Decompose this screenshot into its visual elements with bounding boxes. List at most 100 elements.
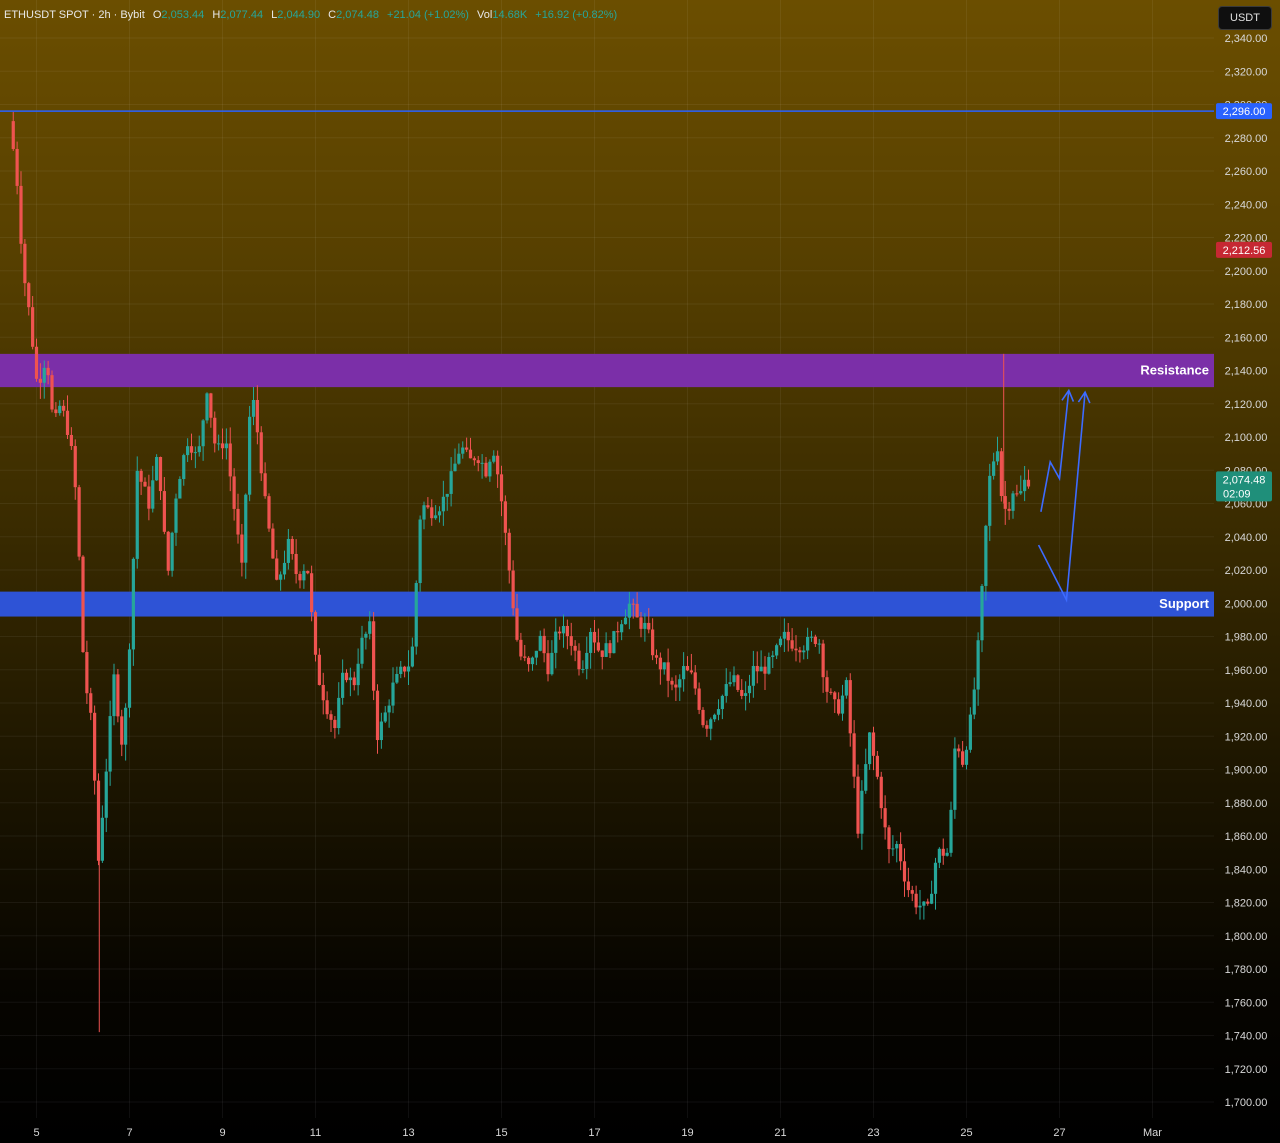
symbol-label[interactable]: ETHUSDT SPOT · 2h · Bybit bbox=[4, 9, 145, 21]
candle-body bbox=[771, 655, 775, 657]
price-tick-label: 2,100.00 bbox=[1225, 432, 1268, 444]
candle-body bbox=[116, 674, 120, 717]
candle-body bbox=[802, 650, 806, 653]
candle-body bbox=[275, 558, 279, 580]
candle-body bbox=[643, 622, 647, 629]
candle-body bbox=[937, 848, 941, 863]
time-tick-label: 15 bbox=[495, 1127, 507, 1139]
zone-resistance bbox=[0, 353, 1214, 388]
candle-body bbox=[689, 670, 693, 673]
price-tick-label: 1,880.00 bbox=[1225, 798, 1268, 810]
candle-body bbox=[189, 446, 194, 453]
candle-body bbox=[395, 674, 399, 683]
candle-body bbox=[23, 243, 27, 284]
candle-body bbox=[228, 443, 232, 477]
candle-body bbox=[472, 458, 476, 461]
candle-body bbox=[833, 692, 837, 700]
candle-body bbox=[558, 631, 562, 634]
candle-body bbox=[809, 636, 814, 638]
candle-body bbox=[976, 640, 980, 690]
candle-body bbox=[685, 666, 690, 671]
candle-body bbox=[693, 672, 697, 689]
candle-body bbox=[77, 487, 81, 557]
candle-body bbox=[759, 666, 763, 672]
candle-body bbox=[608, 643, 612, 654]
projection-arrow-2[interactable] bbox=[1037, 392, 1086, 603]
candle-body bbox=[713, 714, 717, 720]
zone-label-resistance: Resistance bbox=[1140, 363, 1209, 378]
candle-body bbox=[410, 646, 414, 667]
candle-body bbox=[42, 367, 46, 383]
projection-arrow-1[interactable] bbox=[1040, 390, 1070, 512]
candle-body bbox=[34, 346, 39, 379]
candle-body bbox=[127, 649, 132, 708]
candle-body bbox=[550, 652, 554, 675]
candle-body bbox=[100, 817, 104, 861]
candle-body bbox=[58, 405, 62, 414]
price-tick-label: 1,820.00 bbox=[1225, 898, 1268, 910]
candle-body bbox=[941, 848, 945, 856]
candle-body bbox=[302, 570, 306, 581]
time-tick-label: 27 bbox=[1053, 1127, 1065, 1139]
price-tick-label: 2,240.00 bbox=[1225, 199, 1268, 211]
candle-body bbox=[476, 460, 480, 464]
candle-body bbox=[751, 665, 755, 686]
candle-body bbox=[445, 493, 449, 497]
candle-body bbox=[422, 505, 426, 520]
candle-body bbox=[461, 447, 465, 454]
candle-body bbox=[879, 776, 883, 809]
candle-body bbox=[875, 755, 879, 777]
candle-body bbox=[62, 405, 66, 411]
candle-body bbox=[658, 657, 662, 670]
candle-body bbox=[906, 881, 910, 891]
candle-body bbox=[271, 528, 275, 559]
currency-button[interactable]: USDT bbox=[1218, 6, 1272, 30]
time-tick-label: 9 bbox=[219, 1127, 225, 1139]
candle-body bbox=[995, 451, 1000, 462]
time-tick-label: 13 bbox=[402, 1127, 414, 1139]
candle-body bbox=[980, 585, 984, 641]
candle-body bbox=[120, 716, 124, 745]
candle-body bbox=[635, 603, 639, 618]
candle-body bbox=[19, 185, 23, 244]
candle-body bbox=[930, 893, 934, 904]
candle-body bbox=[368, 621, 372, 634]
candle-body bbox=[441, 496, 445, 512]
candle-body bbox=[573, 645, 577, 651]
candle-body bbox=[926, 901, 930, 904]
candle-body bbox=[437, 511, 442, 516]
candle-body bbox=[279, 574, 283, 580]
candle-body bbox=[414, 583, 418, 647]
candle-body bbox=[263, 473, 267, 497]
candle-body bbox=[69, 434, 73, 447]
candle-body bbox=[341, 672, 345, 698]
candle-body bbox=[31, 307, 35, 347]
price-chart[interactable]: ResistanceSupport2,340.002,320.002,300.0… bbox=[0, 0, 1280, 1143]
candle-body bbox=[806, 636, 810, 651]
candle-body bbox=[647, 622, 651, 630]
price-tick-label: 1,780.00 bbox=[1225, 964, 1268, 976]
candle-body bbox=[81, 556, 85, 653]
price-tick-label: 2,180.00 bbox=[1225, 299, 1268, 311]
time-tick-label: 17 bbox=[588, 1127, 600, 1139]
candle-body bbox=[957, 748, 961, 752]
price-tick-label: 1,940.00 bbox=[1225, 698, 1268, 710]
candle-body bbox=[197, 446, 201, 453]
close-label: C bbox=[328, 9, 337, 21]
candle-body bbox=[453, 463, 457, 472]
volume-change-value: +16.92 (+0.82%) bbox=[535, 9, 618, 21]
price-tick-label: 1,900.00 bbox=[1225, 765, 1268, 777]
candle-body bbox=[372, 621, 376, 691]
candle-body bbox=[151, 480, 155, 509]
candle-body bbox=[972, 689, 976, 715]
candle-body bbox=[73, 446, 77, 488]
candle-body bbox=[251, 400, 256, 417]
candle-body bbox=[616, 631, 620, 633]
candle-body bbox=[193, 452, 197, 454]
candle-body bbox=[856, 776, 860, 834]
candle-body bbox=[104, 771, 108, 818]
candle-body bbox=[178, 479, 182, 499]
candle-body bbox=[205, 393, 209, 421]
time-tick-label: 11 bbox=[310, 1127, 321, 1139]
candle-body bbox=[430, 507, 434, 519]
